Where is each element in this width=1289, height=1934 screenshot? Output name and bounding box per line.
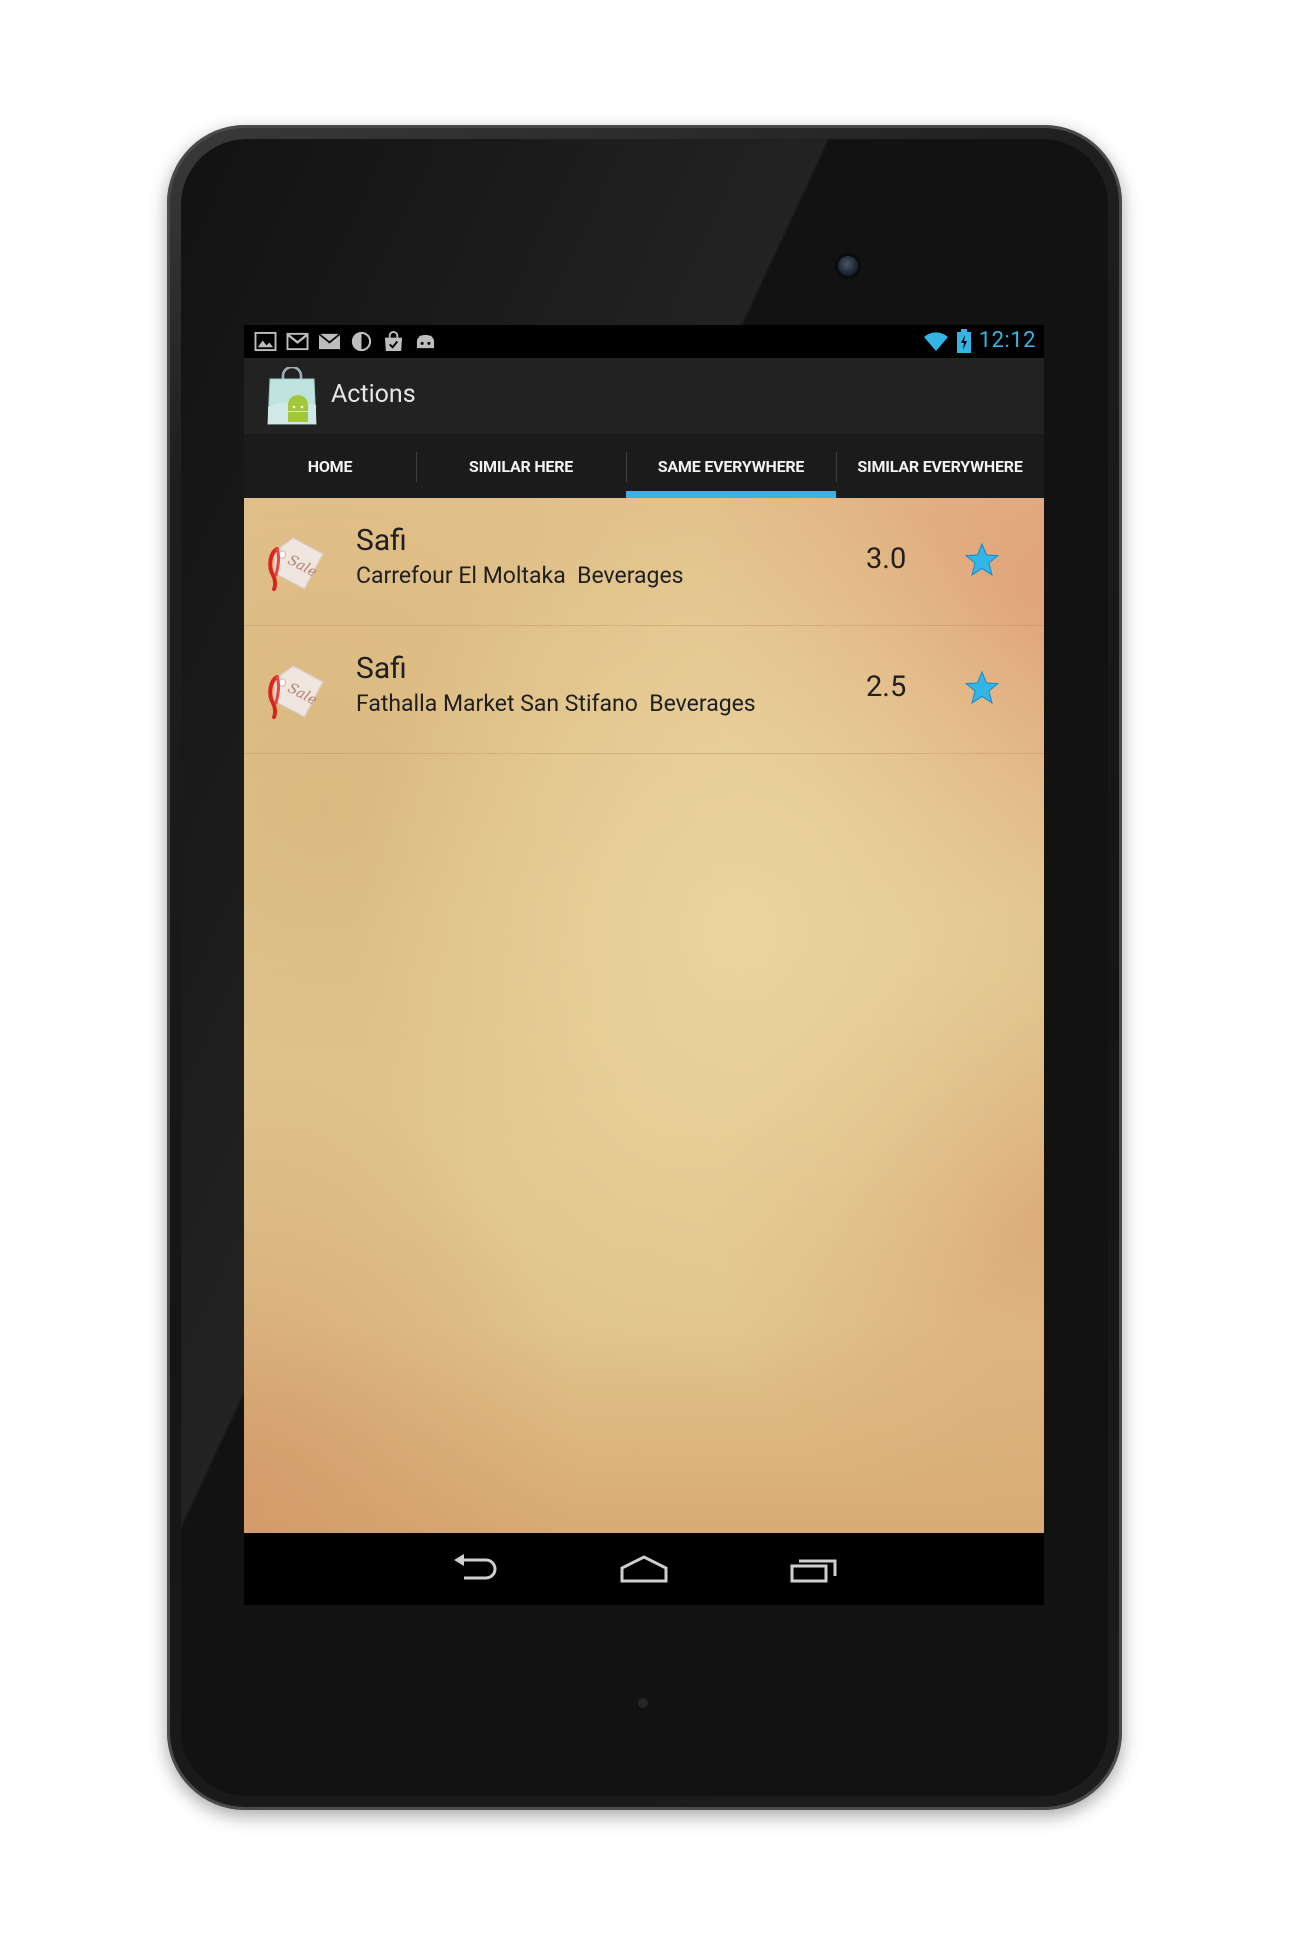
tab-similar-here[interactable]: SIMILAR HERE [416, 434, 626, 498]
store-bag-icon [384, 331, 403, 352]
status-bar: 12:12 [244, 325, 1044, 358]
item-subtitle: Carrefour El Moltaka Beverages [356, 562, 684, 589]
screen: 12:12 Actions HOME SIMILAR HERE SAME EVE… [244, 325, 1044, 1605]
back-button[interactable] [446, 1551, 502, 1587]
star-icon[interactable] [964, 670, 1000, 706]
light-sensor [638, 1698, 648, 1708]
email-icon [318, 333, 341, 350]
star-icon[interactable] [964, 542, 1000, 578]
item-rating: 3.0 [866, 542, 907, 576]
list-item[interactable]: Sale Safi Fathalla Market San Stifano Be… [244, 626, 1044, 754]
notification-icons [254, 331, 437, 352]
recent-apps-button[interactable] [786, 1551, 842, 1587]
wifi-icon [923, 331, 948, 351]
tab-label: SIMILAR EVERYWHERE [857, 456, 1023, 476]
tab-label: SAME EVERYWHERE [657, 456, 805, 476]
home-button[interactable] [616, 1551, 672, 1587]
status-right: 12:12 [923, 328, 1036, 353]
sale-tag-icon: Sale [268, 664, 325, 719]
battery-icon [956, 328, 971, 353]
app-shopping-bag-icon[interactable] [266, 367, 318, 425]
front-camera [838, 256, 858, 276]
back-icon [454, 1554, 497, 1580]
tab-label: HOME [307, 456, 353, 476]
results-list: Sale Safi Carrefour El Moltaka Beverages… [244, 498, 1044, 1533]
app-title: Actions [331, 380, 416, 409]
gallery-icon [254, 331, 277, 352]
item-title: Safi [356, 523, 407, 558]
tab-similar-everywhere[interactable]: SIMILAR EVERYWHERE [836, 434, 1044, 498]
sale-tag-icon: Sale [268, 536, 325, 591]
tab-same-everywhere[interactable]: SAME EVERYWHERE [626, 434, 836, 498]
tab-home[interactable]: HOME [244, 434, 416, 498]
item-subtitle: Fathalla Market San Stifano Beverages [356, 690, 756, 717]
recent-apps-icon [790, 1559, 837, 1583]
clock: 12:12 [978, 328, 1036, 353]
item-title: Safi [356, 651, 407, 686]
tab-bar: HOME SIMILAR HERE SAME EVERYWHERE SIMILA… [244, 434, 1044, 498]
contrast-icon [351, 331, 372, 352]
home-icon [620, 1555, 668, 1583]
list-item[interactable]: Sale Safi Carrefour El Moltaka Beverages… [244, 498, 1044, 626]
item-rating: 2.5 [866, 670, 907, 704]
navigation-bar [244, 1533, 1044, 1605]
android-icon [416, 334, 435, 349]
tab-label: SIMILAR HERE [468, 456, 574, 476]
action-bar: Actions [244, 358, 1044, 435]
gmail-icon [286, 332, 309, 351]
